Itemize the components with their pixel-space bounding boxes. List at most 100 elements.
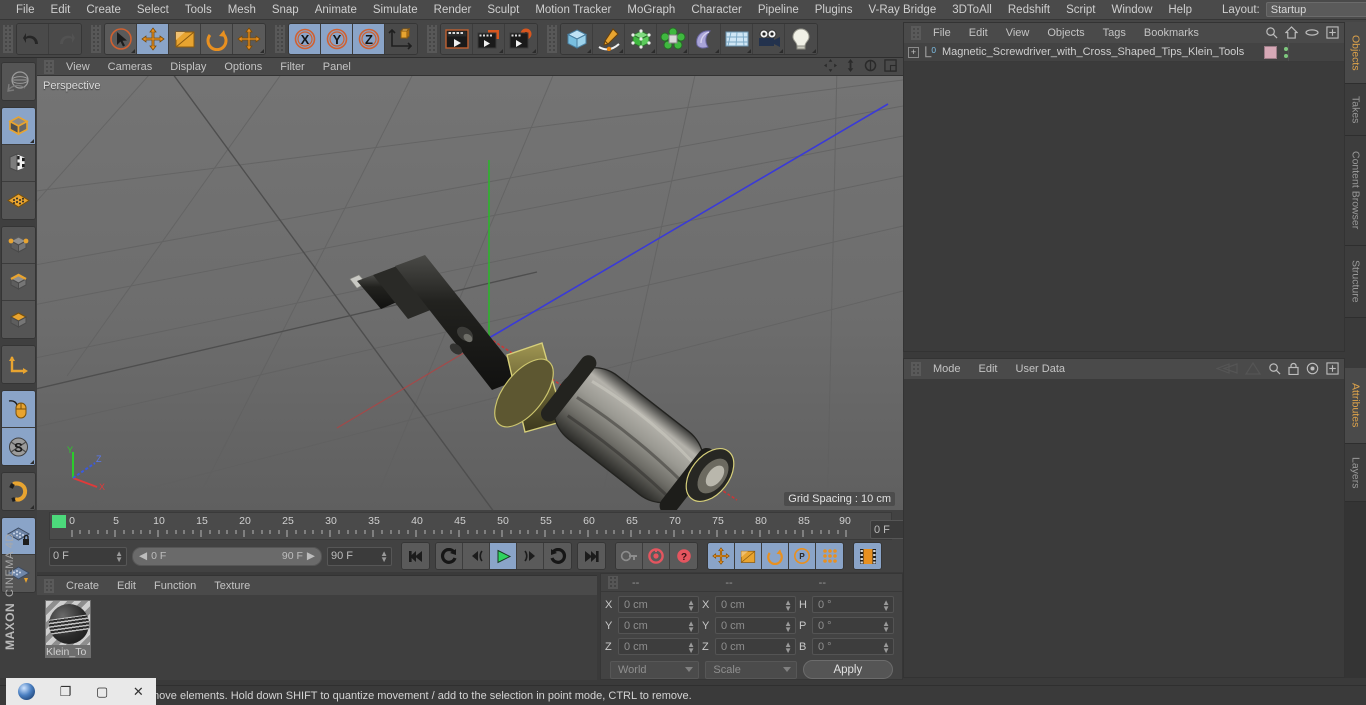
coordinates-grip-icon[interactable]	[608, 576, 618, 589]
add-spline-button[interactable]	[593, 23, 625, 54]
attributes-menu-mode[interactable]: Mode	[924, 363, 970, 375]
add-generator-button[interactable]	[625, 23, 657, 54]
render-settings-button[interactable]	[505, 23, 537, 54]
object-tree-row[interactable]: + 0 Magnetic_Screwdriver_with_Cross_Shap…	[904, 43, 1344, 62]
menu-item-window[interactable]: Window	[1103, 0, 1160, 20]
lock-y-axis-button[interactable]: Y	[321, 23, 353, 54]
object-manager-tree[interactable]: + 0 Magnetic_Screwdriver_with_Cross_Shap…	[904, 43, 1344, 351]
range-start-arrow-icon[interactable]: ◀	[139, 550, 147, 562]
size-z-input[interactable]: 0 cm ▲ ▼	[715, 638, 796, 655]
menu-item-redshift[interactable]: Redshift	[1000, 0, 1058, 20]
home-icon[interactable]	[1285, 26, 1298, 39]
step-forward-button[interactable]	[517, 543, 544, 569]
tab-attributes[interactable]: Attributes	[1345, 368, 1366, 444]
ellipse-icon[interactable]	[1305, 26, 1319, 39]
menu-item-mograph[interactable]: MoGraph	[619, 0, 683, 20]
transform-mode-select[interactable]: Scale	[705, 660, 797, 679]
scale-tool-button[interactable]	[169, 23, 201, 54]
layout-select[interactable]: Startup	[1265, 2, 1366, 17]
add-camera-button[interactable]	[753, 23, 785, 54]
polygons-mode-button[interactable]	[2, 301, 35, 338]
lock-icon[interactable]	[1288, 362, 1299, 375]
stepper-icon-sy[interactable]: ▲ ▼	[784, 620, 792, 634]
menu-item-select[interactable]: Select	[129, 0, 177, 20]
select-tool-button[interactable]	[105, 23, 137, 54]
viewport-menu-display[interactable]: Display	[161, 58, 215, 76]
menu-item-file[interactable]: File	[8, 0, 43, 20]
object-menu-edit[interactable]: Edit	[960, 27, 997, 39]
timeline-ruler[interactable]: 0 5 10 15 20 25 30 35 40 45 50 55 60 65 …	[49, 512, 892, 540]
undo-button[interactable]	[17, 23, 49, 54]
play-button[interactable]	[490, 543, 517, 569]
move-tool-button[interactable]	[137, 23, 169, 54]
history-back-icon[interactable]	[1216, 362, 1238, 375]
attributes-menu-edit[interactable]: Edit	[970, 363, 1007, 375]
coord-system-select[interactable]: World	[610, 660, 700, 679]
stepper-icon-p[interactable]: ▲ ▼	[882, 620, 890, 634]
current-frame-field[interactable]: 0 F ▲ ▼	[49, 546, 127, 566]
position-y-input[interactable]: 0 cm ▲ ▼	[618, 617, 699, 634]
rotation-b-input[interactable]: 0 ° ▲ ▼	[812, 638, 894, 655]
toolbar-grip-icon-4[interactable]	[427, 24, 437, 53]
size-x-input[interactable]: 0 cm ▲ ▼	[715, 596, 796, 613]
material-menu-edit[interactable]: Edit	[108, 580, 145, 592]
record-key-button[interactable]	[616, 543, 643, 569]
go-to-end-button[interactable]	[578, 543, 605, 569]
render-to-picture-viewer-button[interactable]	[473, 23, 505, 54]
edges-mode-button[interactable]	[2, 264, 35, 301]
end-frame-field[interactable]: 90 F ▲ ▼	[327, 546, 392, 566]
menu-item-animate[interactable]: Animate	[307, 0, 365, 20]
toolbar-grip-icon[interactable]	[3, 24, 13, 53]
viewport-menu-cameras[interactable]: Cameras	[99, 58, 162, 76]
maximize-window-icon[interactable]: ▢	[96, 684, 108, 700]
tab-objects[interactable]: Objects	[1345, 22, 1366, 84]
menu-item-sculpt[interactable]: Sculpt	[479, 0, 527, 20]
tab-takes[interactable]: Takes	[1345, 84, 1366, 136]
material-manager-grip-icon[interactable]	[44, 578, 54, 593]
stepper-icon-sz[interactable]: ▲ ▼	[784, 641, 792, 655]
tab-structure[interactable]: Structure	[1345, 246, 1366, 318]
workplane-mode-button[interactable]	[2, 182, 35, 219]
attributes-grip-icon[interactable]	[911, 362, 921, 376]
rotation-h-input[interactable]: 0 ° ▲ ▼	[812, 596, 894, 613]
stepper-icon-px[interactable]: ▲ ▼	[687, 599, 695, 613]
object-manager-grip-icon[interactable]	[911, 26, 921, 40]
preview-range-bar[interactable]: ◀ 0 F 90 F ▶	[132, 546, 322, 566]
keyframe-selection-button[interactable]: ?	[670, 543, 697, 569]
axis-mode-button[interactable]	[2, 346, 35, 383]
toolbar-grip-icon-5[interactable]	[547, 24, 557, 53]
pan-view-icon[interactable]	[824, 59, 837, 72]
range-end-arrow-icon[interactable]: ▶	[307, 550, 315, 562]
attributes-content[interactable]	[904, 379, 1344, 677]
go-to-start-button[interactable]	[402, 543, 429, 569]
redo-button[interactable]	[49, 23, 81, 54]
stepper-icon-pz[interactable]: ▲ ▼	[687, 641, 695, 655]
position-x-input[interactable]: 0 cm ▲ ▼	[618, 596, 699, 613]
toolbar-grip-icon-3[interactable]	[275, 24, 285, 53]
menu-item-vray-bridge[interactable]: V-Ray Bridge	[860, 0, 944, 20]
menu-item-mesh[interactable]: Mesh	[220, 0, 264, 20]
menu-item-simulate[interactable]: Simulate	[365, 0, 426, 20]
menu-item-3dtoall[interactable]: 3DToAll	[944, 0, 1000, 20]
move-alt-tool-button[interactable]	[233, 23, 265, 54]
menu-item-edit[interactable]: Edit	[43, 0, 79, 20]
lock-x-axis-button[interactable]: X	[289, 23, 321, 54]
object-menu-bookmarks[interactable]: Bookmarks	[1135, 27, 1208, 39]
object-menu-view[interactable]: View	[997, 27, 1039, 39]
rotate-tool-button[interactable]	[201, 23, 233, 54]
texture-mode-button[interactable]	[2, 145, 35, 182]
material-tag-icon[interactable]	[1264, 46, 1277, 59]
add-deformer-button[interactable]	[657, 23, 689, 54]
point-level-animation-button[interactable]	[816, 543, 843, 569]
dolly-view-icon[interactable]	[844, 59, 857, 72]
size-y-input[interactable]: 0 cm ▲ ▼	[715, 617, 796, 634]
stepper-icon-b[interactable]: ▲ ▼	[882, 641, 890, 655]
object-menu-tags[interactable]: Tags	[1094, 27, 1135, 39]
undo-view-button[interactable]	[2, 63, 35, 100]
material-menu-texture[interactable]: Texture	[205, 580, 259, 592]
target-icon[interactable]	[1306, 362, 1319, 375]
viewport-solo-button[interactable]	[2, 391, 35, 428]
tab-layers[interactable]: Layers	[1345, 444, 1366, 502]
add-cube-button[interactable]	[561, 23, 593, 54]
add-floor-button[interactable]	[721, 23, 753, 54]
